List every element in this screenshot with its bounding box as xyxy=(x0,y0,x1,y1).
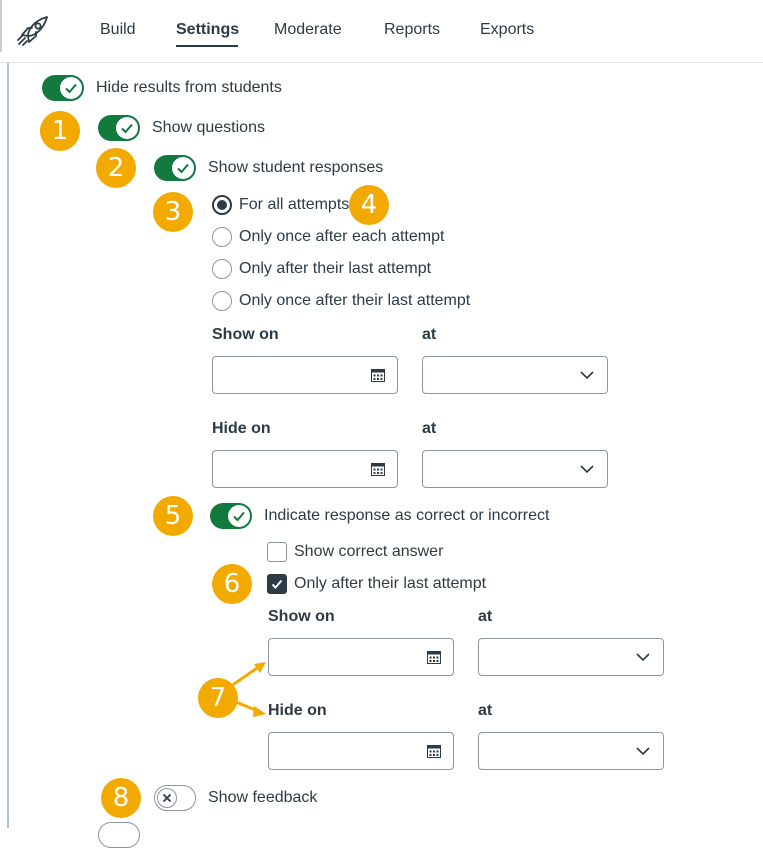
responses-show-at-label: at xyxy=(422,326,437,343)
correct-show-at-label: at xyxy=(478,608,493,625)
show-questions-toggle[interactable] xyxy=(98,115,140,141)
responses-hide-date-input[interactable] xyxy=(212,450,398,488)
correct-show-date-input[interactable] xyxy=(268,638,454,676)
checkmark-icon xyxy=(233,511,245,522)
show-feedback-toggle[interactable] xyxy=(154,785,196,811)
radio-label-for-all-attempts: For all attempts xyxy=(239,196,350,213)
responses-show-on-label: Show on xyxy=(212,326,279,343)
checkmark-icon xyxy=(65,83,77,94)
radio-label-once-after-each-attempt: Only once after each attempt xyxy=(239,228,445,245)
tab-settings[interactable]: Settings xyxy=(176,21,239,39)
callout-badge-8: 8 xyxy=(101,778,141,818)
radio-once-after-last-attempt[interactable] xyxy=(212,291,232,311)
show-feedback-label: Show feedback xyxy=(208,789,318,806)
responses-hide-at-label: at xyxy=(422,420,437,437)
correct-hide-at-label: at xyxy=(478,702,493,719)
callout-badge-1: 1 xyxy=(40,111,80,151)
radio-once-after-each-attempt[interactable] xyxy=(212,227,232,247)
calendar-icon xyxy=(371,463,385,476)
tab-exports[interactable]: Exports xyxy=(480,21,534,39)
indicate-correct-label: Indicate response as correct or incorrec… xyxy=(264,507,550,524)
callout-badge-5: 5 xyxy=(153,496,193,536)
tab-moderate[interactable]: Moderate xyxy=(274,21,342,39)
radio-for-all-attempts[interactable] xyxy=(212,195,232,215)
calendar-icon xyxy=(427,745,441,758)
checkmark-icon xyxy=(177,163,189,174)
chevron-down-icon xyxy=(580,465,594,474)
x-icon xyxy=(162,793,172,803)
callout-badge-3: 3 xyxy=(153,192,193,232)
tab-build[interactable]: Build xyxy=(100,21,136,39)
responses-hide-time-select[interactable] xyxy=(422,450,608,488)
radio-label-after-last-attempt: Only after their last attempt xyxy=(239,260,432,277)
left-border xyxy=(7,63,9,828)
hide-results-label: Hide results from students xyxy=(96,79,282,96)
correct-show-time-select[interactable] xyxy=(478,638,664,676)
show-student-responses-toggle[interactable] xyxy=(154,155,196,181)
next-setting-toggle[interactable] xyxy=(98,822,140,848)
active-tab-indicator xyxy=(176,45,238,47)
show-correct-answer-checkbox[interactable] xyxy=(267,542,287,562)
callout-badge-2: 2 xyxy=(96,148,136,188)
only-after-last-attempt-label: Only after their last attempt xyxy=(294,575,487,592)
callout-badge-6: 6 xyxy=(212,564,252,604)
show-questions-label: Show questions xyxy=(152,119,265,136)
responses-show-date-input[interactable] xyxy=(212,356,398,394)
window-edge xyxy=(0,0,2,52)
radio-label-once-after-last-attempt: Only once after their last attempt xyxy=(239,292,471,309)
calendar-icon xyxy=(371,369,385,382)
responses-show-time-select[interactable] xyxy=(422,356,608,394)
show-correct-answer-label: Show correct answer xyxy=(294,543,444,560)
correct-hide-on-label: Hide on xyxy=(268,702,327,719)
responses-hide-on-label: Hide on xyxy=(212,420,271,437)
chevron-down-icon xyxy=(636,653,650,662)
callout-badge-4: 4 xyxy=(349,185,389,225)
correct-show-on-label: Show on xyxy=(268,608,335,625)
indicate-correct-toggle[interactable] xyxy=(210,503,252,529)
correct-hide-time-select[interactable] xyxy=(478,732,664,770)
show-student-responses-label: Show student responses xyxy=(208,159,384,176)
rocket-icon xyxy=(17,16,48,46)
hide-results-toggle[interactable] xyxy=(42,75,84,101)
top-navigation: Build Settings Moderate Reports Exports xyxy=(0,0,763,63)
chevron-down-icon xyxy=(636,747,650,756)
correct-hide-date-input[interactable] xyxy=(268,732,454,770)
checkmark-icon xyxy=(121,123,133,134)
checkmark-icon xyxy=(271,579,283,589)
radio-after-last-attempt[interactable] xyxy=(212,259,232,279)
chevron-down-icon xyxy=(580,371,594,380)
tab-reports[interactable]: Reports xyxy=(384,21,440,39)
calendar-icon xyxy=(427,651,441,664)
only-after-last-attempt-checkbox[interactable] xyxy=(267,574,287,594)
